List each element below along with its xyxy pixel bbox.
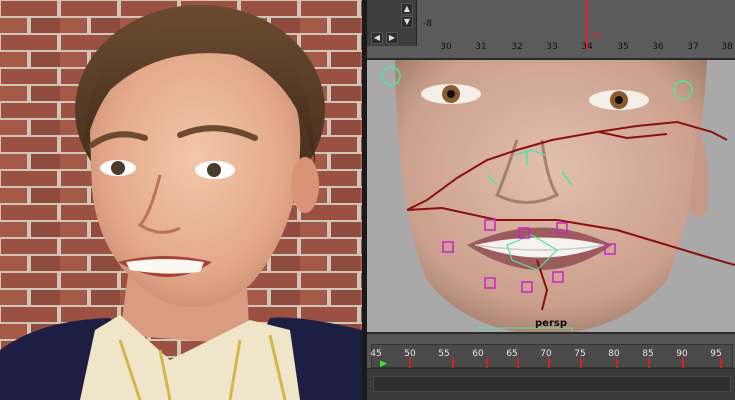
graph-controls: ▲ ▼ ◀ ▶ bbox=[367, 0, 417, 46]
value-label: -8 bbox=[423, 19, 432, 29]
time-label: 60 bbox=[472, 349, 484, 359]
face-model bbox=[367, 60, 735, 332]
down-arrow-icon[interactable]: ▼ bbox=[401, 16, 413, 28]
current-frame-label: 34 bbox=[591, 31, 602, 40]
right-arrow-icon[interactable]: ▶ bbox=[386, 32, 398, 44]
frame-number: 30 bbox=[440, 42, 452, 52]
frame-number: 32 bbox=[511, 42, 523, 52]
time-label: 95 bbox=[710, 349, 722, 359]
perspective-viewport[interactable]: persp bbox=[367, 58, 735, 332]
camera-label: persp bbox=[535, 318, 567, 329]
frame-number: 36 bbox=[652, 42, 664, 52]
left-arrow-icon[interactable]: ◀ bbox=[371, 32, 383, 44]
time-label: 70 bbox=[540, 349, 552, 359]
time-slider-track[interactable]: ▶ 45 50 55 60 65 70 75 80 85 90 95 bbox=[370, 344, 733, 371]
frame-number: 33 bbox=[546, 42, 558, 52]
time-slider[interactable]: ▶ 45 50 55 60 65 70 75 80 85 90 95 bbox=[367, 332, 735, 371]
time-label: 65 bbox=[506, 349, 518, 359]
graph-editor[interactable]: ▲ ▼ ◀ ▶ -8 30 31 32 33 34 35 36 37 38 34 bbox=[367, 0, 735, 58]
animation-app: ▲ ▼ ◀ ▶ -8 30 31 32 33 34 35 36 37 38 34 bbox=[367, 0, 735, 400]
current-frame-marker[interactable] bbox=[586, 0, 588, 50]
reference-photo bbox=[0, 0, 362, 400]
up-arrow-icon[interactable]: ▲ bbox=[401, 3, 413, 15]
frame-number: 38 bbox=[721, 42, 733, 52]
reference-photo-image bbox=[0, 0, 362, 400]
range-field[interactable] bbox=[373, 376, 731, 392]
time-label: 80 bbox=[608, 349, 620, 359]
frame-number: 35 bbox=[617, 42, 629, 52]
time-label: 55 bbox=[438, 349, 450, 359]
frame-number: 31 bbox=[475, 42, 487, 52]
range-slider[interactable] bbox=[367, 368, 735, 400]
frame-number: 37 bbox=[687, 42, 699, 52]
time-label: 45 bbox=[370, 349, 382, 359]
